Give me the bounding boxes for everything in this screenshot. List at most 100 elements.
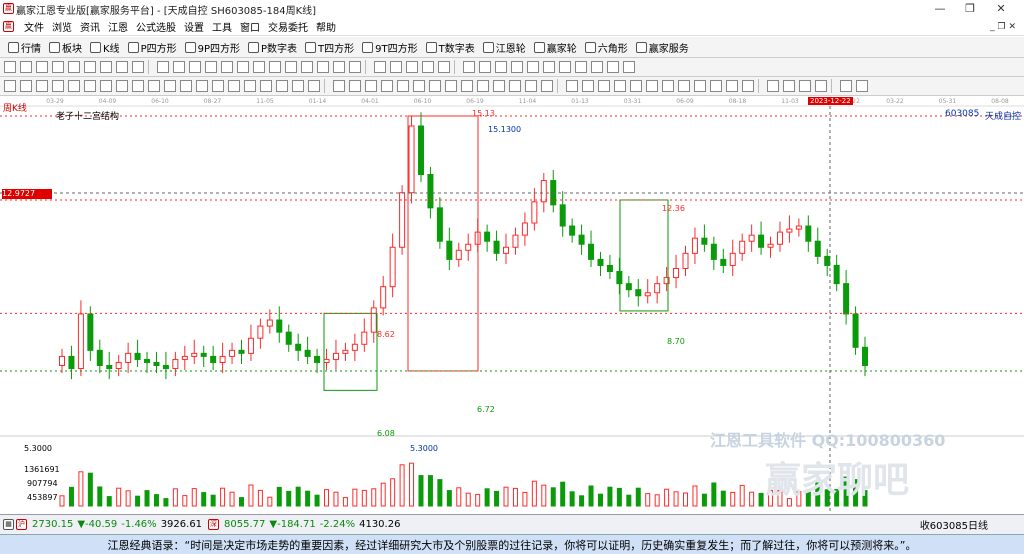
draw1-tool-icon-35[interactable] [591,61,603,73]
draw2-tool-icon-26[interactable] [429,80,441,92]
draw1-tool-icon-28[interactable] [479,61,491,73]
index-icon[interactable]: 沪 [16,519,27,530]
draw1-tool-icon-29[interactable] [495,61,507,73]
draw2-tool-icon-33[interactable] [541,80,553,92]
draw1-tool-icon-20[interactable] [333,61,345,73]
draw2-tool-icon-45[interactable] [742,80,754,92]
draw2-tool-icon-46[interactable] [767,80,779,92]
draw1-tool-icon-13[interactable] [221,61,233,73]
draw2-tool-icon-9[interactable] [148,80,160,92]
draw2-tool-icon-5[interactable] [84,80,96,92]
draw2-tool-icon-47[interactable] [783,80,795,92]
draw1-tool-icon-17[interactable] [285,61,297,73]
menu-file[interactable]: 文件 [24,19,44,34]
kline-chart[interactable]: 03-29 04-09 06-10 08-27 11-05 01-14 04-01 06-10… [0,96,1024,514]
toolbar-pn-button[interactable]: P数字表 [248,40,297,55]
toolbar-p4-button[interactable]: P四方形 [127,40,177,55]
draw1-tool-icon-30[interactable] [511,61,523,73]
draw2-tool-icon-13[interactable] [212,80,224,92]
toolbar-dollar-button[interactable]: 赢家服务 [635,40,689,55]
draw1-tool-icon-16[interactable] [269,61,281,73]
mdi-controls[interactable]: _ ❐ ✕ [990,22,1016,32]
draw1-tool-icon-7[interactable] [116,61,128,73]
draw2-tool-icon-29[interactable] [477,80,489,92]
draw2-tool-icon-51[interactable] [856,80,868,92]
draw1-tool-icon-31[interactable] [527,61,539,73]
draw1-tool-icon-21[interactable] [349,61,361,73]
draw2-tool-icon-2[interactable] [36,80,48,92]
draw2-tool-icon-42[interactable] [694,80,706,92]
draw2-tool-icon-22[interactable] [365,80,377,92]
draw1-tool-icon-34[interactable] [575,61,587,73]
app-menu-icon[interactable]: 赢 [3,21,14,32]
draw1-tool-icon-27[interactable] [463,61,475,73]
toolbar-kline-button[interactable]: K线 [90,40,120,55]
draw2-tool-icon-1[interactable] [20,80,32,92]
draw1-tool-icon-9[interactable] [157,61,169,73]
menu-help[interactable]: 帮助 [316,19,336,34]
draw2-tool-icon-30[interactable] [493,80,505,92]
draw2-tool-icon-19[interactable] [308,80,320,92]
draw2-tool-icon-32[interactable] [525,80,537,92]
draw1-tool-icon-32[interactable] [543,61,555,73]
draw2-tool-icon-43[interactable] [710,80,722,92]
toolbar-blocks-button[interactable]: 板块 [49,40,82,55]
draw2-tool-icon-17[interactable] [276,80,288,92]
draw1-tool-icon-18[interactable] [301,61,313,73]
menu-info[interactable]: 资讯 [80,19,100,34]
toolbar-9t-button[interactable]: 9T四方形 [362,40,418,55]
draw2-tool-icon-11[interactable] [180,80,192,92]
grid-icon[interactable]: ▦ [3,519,14,530]
draw1-tool-icon-24[interactable] [406,61,418,73]
restore-button[interactable]: ❐ [955,0,985,18]
menu-tools[interactable]: 工具 [212,19,232,34]
draw2-tool-icon-49[interactable] [815,80,827,92]
menu-formula[interactable]: 公式选股 [136,19,176,34]
index2-icon[interactable]: 深 [208,519,220,530]
menu-gann[interactable]: 江恩 [108,19,128,34]
menu-window[interactable]: 窗口 [240,19,260,34]
draw2-tool-icon-8[interactable] [132,80,144,92]
draw2-tool-icon-4[interactable] [68,80,80,92]
draw1-tool-icon-37[interactable] [623,61,635,73]
toolbar-star-button[interactable]: 六角形 [584,40,628,55]
draw2-tool-icon-40[interactable] [662,80,674,92]
draw2-tool-icon-10[interactable] [164,80,176,92]
draw2-tool-icon-7[interactable] [116,80,128,92]
draw2-tool-icon-15[interactable] [244,80,256,92]
draw2-tool-icon-39[interactable] [646,80,658,92]
draw1-tool-icon-22[interactable] [374,61,386,73]
toolbar-tn-button[interactable]: T数字表 [425,40,475,55]
draw2-tool-icon-41[interactable] [678,80,690,92]
toolbar-grid-button[interactable]: 行情 [8,40,41,55]
draw1-tool-icon-36[interactable] [607,61,619,73]
draw2-tool-icon-18[interactable] [292,80,304,92]
close-button[interactable]: ✕ [986,0,1016,18]
draw2-tool-icon-16[interactable] [260,80,272,92]
draw2-tool-icon-23[interactable] [381,80,393,92]
draw2-tool-icon-27[interactable] [445,80,457,92]
draw1-tool-icon-15[interactable] [253,61,265,73]
draw1-tool-icon-2[interactable] [36,61,48,73]
draw1-tool-icon-5[interactable] [84,61,96,73]
draw1-tool-icon-10[interactable] [173,61,185,73]
draw1-tool-icon-4[interactable] [68,61,80,73]
draw1-tool-icon-8[interactable] [132,61,144,73]
menu-trade[interactable]: 交易委托 [268,19,308,34]
draw2-tool-icon-36[interactable] [598,80,610,92]
draw1-tool-icon-14[interactable] [237,61,249,73]
draw2-tool-icon-48[interactable] [799,80,811,92]
draw1-tool-icon-26[interactable] [438,61,450,73]
draw1-tool-icon-23[interactable] [390,61,402,73]
draw2-tool-icon-0[interactable] [4,80,16,92]
draw2-tool-icon-34[interactable] [566,80,578,92]
draw2-tool-icon-20[interactable] [333,80,345,92]
menu-settings[interactable]: 设置 [184,19,204,34]
draw2-tool-icon-24[interactable] [397,80,409,92]
draw2-tool-icon-12[interactable] [196,80,208,92]
draw2-tool-icon-3[interactable] [52,80,64,92]
minimize-button[interactable]: — [925,0,955,18]
draw2-tool-icon-21[interactable] [349,80,361,92]
draw2-tool-icon-37[interactable] [614,80,626,92]
draw1-tool-icon-33[interactable] [559,61,571,73]
